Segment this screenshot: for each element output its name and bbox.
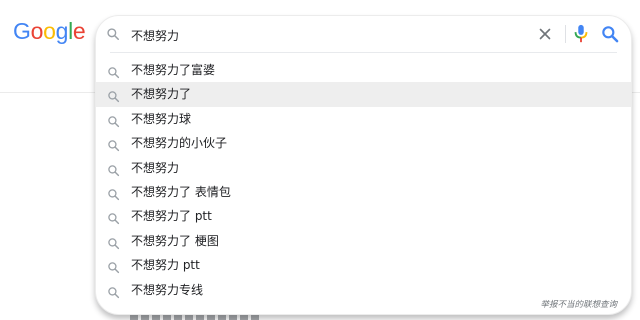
suggestion-item[interactable]: 不想努力球 (96, 107, 631, 131)
search-icon (107, 259, 120, 278)
suggestion-item[interactable]: 不想努力了富婆 (96, 58, 631, 82)
suggestion-text: 不想努力了 梗图 (131, 233, 219, 248)
logo-letter: G (13, 18, 31, 44)
search-icon (107, 137, 120, 156)
search-icon (107, 186, 120, 205)
suggestion-text: 不想努力的小伙子 (131, 136, 228, 151)
search-icon (107, 64, 120, 83)
suggestion-text: 不想努力了 (131, 87, 192, 102)
search-icon (107, 235, 120, 254)
logo-letter: o (43, 18, 56, 44)
logo-letter: g (55, 18, 69, 44)
suggestion-text: 不想努力了富婆 (131, 63, 216, 77)
suggestion-item[interactable]: 不想努力了 梗图 (96, 229, 631, 253)
search-icon (107, 162, 120, 181)
suggestion-text: 不想努力 ptt (131, 258, 200, 273)
search-suggestion-panel: 不想努力了富婆 不想努力了 不想努力球 不想努力的小伙子 不想努力 不想努力了 … (95, 15, 632, 315)
close-icon[interactable] (536, 25, 554, 43)
search-icon (106, 26, 120, 45)
microphone-icon[interactable] (572, 24, 590, 44)
suggestion-text: 不想努力球 (131, 111, 192, 126)
logo-letter: e (72, 18, 86, 44)
search-icon (107, 284, 120, 303)
search-icon (107, 88, 120, 107)
logo-letter: o (30, 18, 44, 44)
suggestion-item[interactable]: 不想努力了 ptt (96, 204, 631, 228)
suggestion-item[interactable]: 不想努力的小伙子 (96, 131, 631, 155)
suggestion-text: 不想努力了 ptt (131, 209, 212, 224)
suggestion-item[interactable]: 不想努力 (96, 156, 631, 180)
search-icon (107, 113, 120, 132)
google-logo[interactable]: Google (13, 16, 86, 46)
search-icon (107, 210, 120, 229)
suggestion-text: 不想努力专线 (131, 282, 204, 297)
button-divider (565, 25, 566, 43)
suggestion-item[interactable]: 不想努力 ptt (96, 253, 631, 277)
search-button[interactable] (600, 24, 620, 44)
suggestion-item-highlighted[interactable]: 不想努力了 (96, 82, 631, 107)
suggestion-item[interactable]: 不想努力了 表情包 (96, 180, 631, 204)
search-bar (96, 16, 631, 52)
suggestion-text: 不想努力 (131, 160, 180, 175)
report-suggestions-link[interactable]: 举报不当的联想查询 (540, 298, 617, 310)
suggestion-text: 不想努力了 表情包 (131, 184, 231, 199)
suggestion-list: 不想努力了富婆 不想努力了 不想努力球 不想努力的小伙子 不想努力 不想努力了 … (96, 53, 631, 302)
search-input[interactable] (131, 25, 511, 45)
